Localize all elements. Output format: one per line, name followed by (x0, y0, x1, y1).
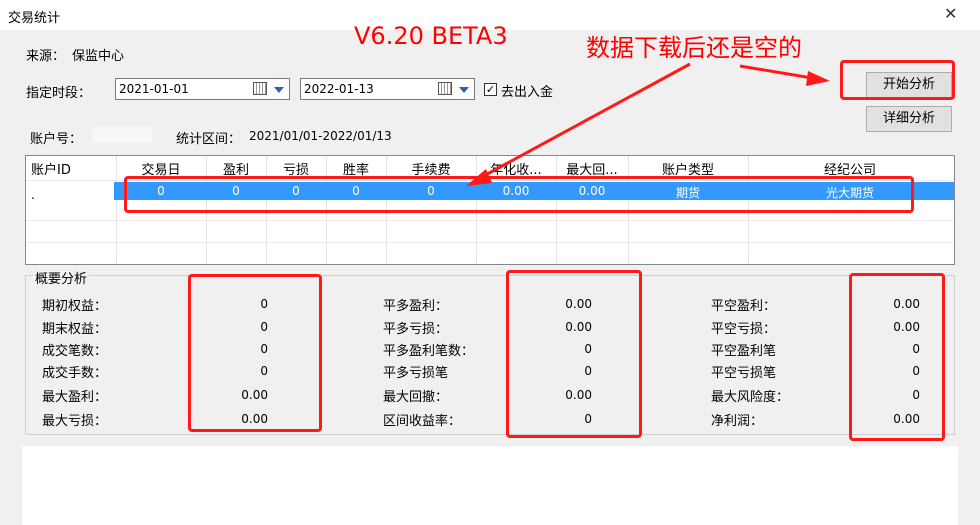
annotation-arrows (466, 62, 830, 186)
arrow-to-row (479, 62, 691, 180)
arrowhead-row (466, 169, 492, 186)
arrowhead-button (806, 71, 830, 86)
arrow-to-button (739, 64, 813, 80)
